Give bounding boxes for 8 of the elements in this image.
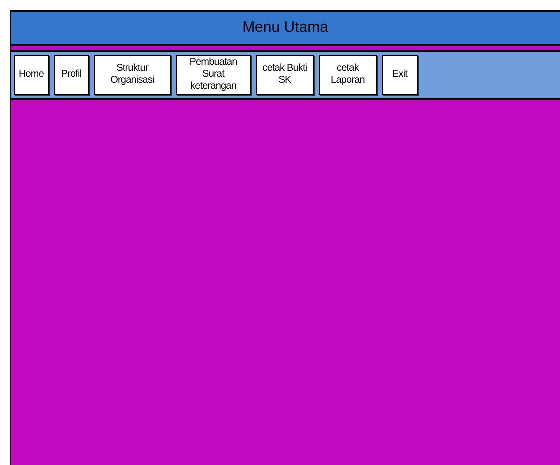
menu-button[interactable]: cetak Laporan bbox=[319, 55, 377, 95]
menu-button[interactable]: Pembuatan Surat keterangan bbox=[176, 55, 251, 95]
menu-button[interactable]: Profil bbox=[54, 55, 89, 95]
menu-button[interactable]: Home bbox=[14, 55, 49, 95]
window-title: Menu Utama bbox=[242, 18, 328, 38]
menu-button[interactable]: Exit bbox=[382, 55, 418, 95]
menu-button[interactable]: cetak Bukti SK bbox=[256, 55, 314, 95]
menu-button[interactable]: Struktur Organisasi bbox=[94, 55, 171, 95]
